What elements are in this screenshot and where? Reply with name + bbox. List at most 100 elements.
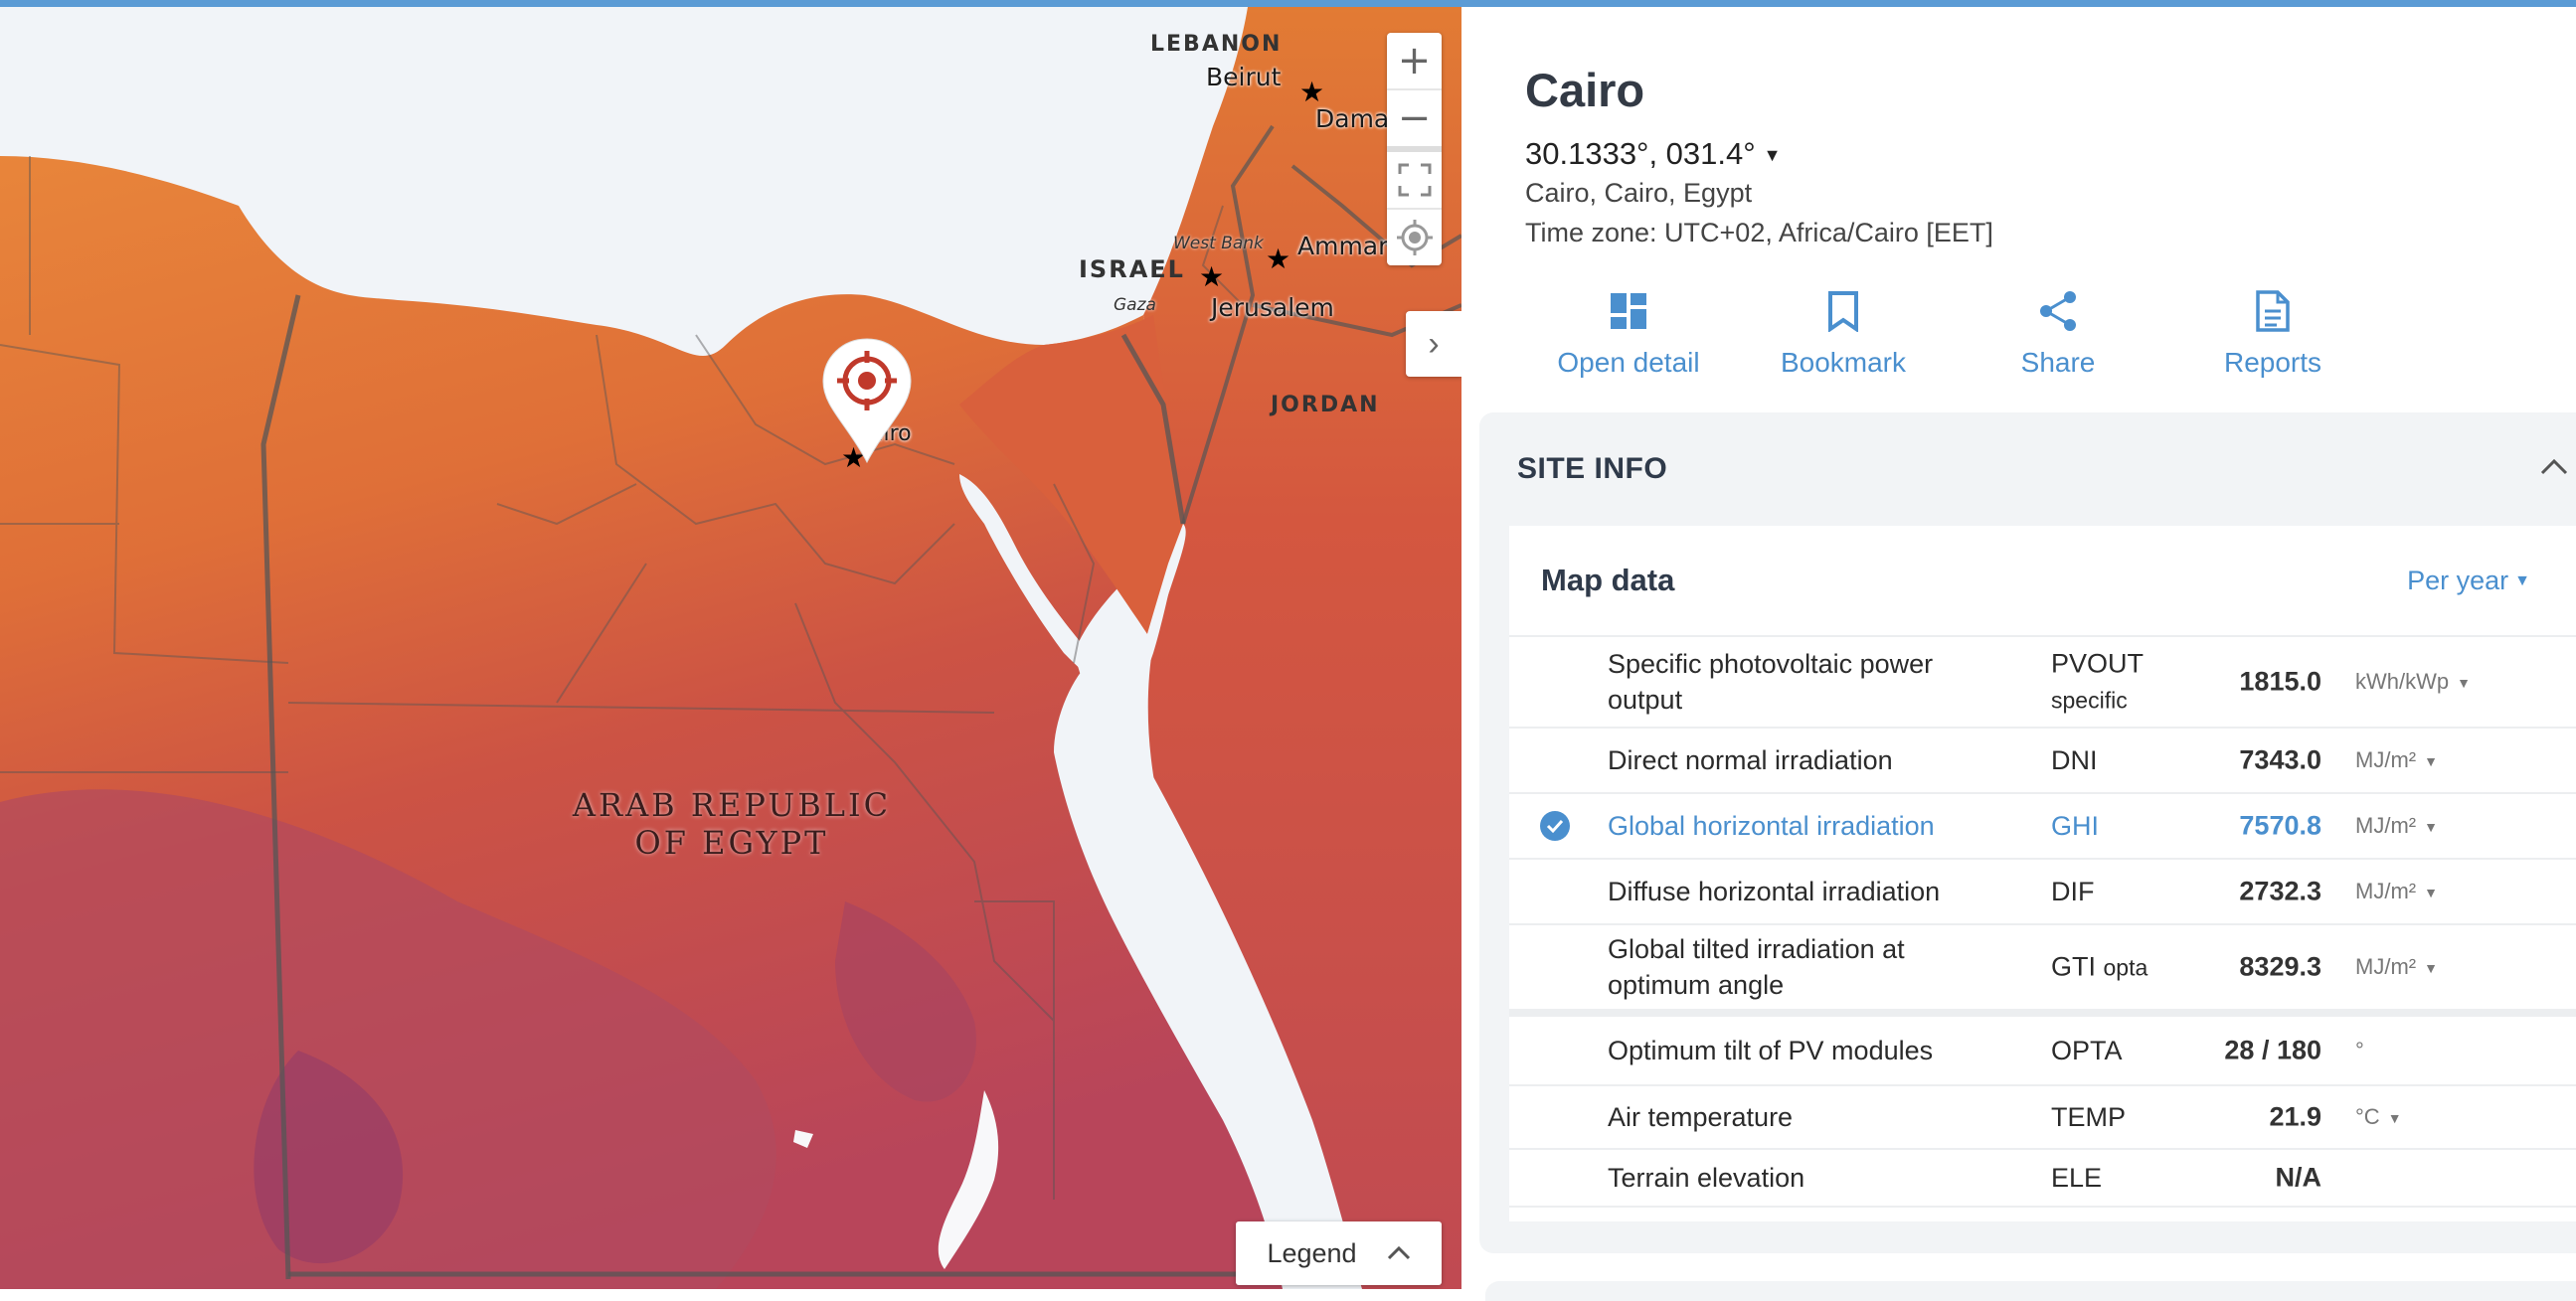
map-label-egypt-line1: ARAB REPUBLIC <box>572 786 892 824</box>
row-value: 2732.3 <box>2239 876 2321 906</box>
map-label-beirut: Beirut <box>1206 63 1282 91</box>
collapse-panel-button[interactable]: › <box>1406 311 1461 377</box>
map-view[interactable]: LEBANON Beirut Dama ISRAEL West Bank Gaz… <box>0 7 1461 1289</box>
caret-down-icon: ▼ <box>2424 885 2438 901</box>
row-code-sub: opta <box>2103 954 2148 981</box>
row-code-sub: specific <box>2051 687 2128 714</box>
coordinates-dropdown[interactable]: 30.1333°, 031.4° ▼ <box>1525 136 1781 172</box>
row-unit: kWh/kWp <box>2355 669 2450 694</box>
solar-irradiation-map[interactable] <box>0 7 1461 1289</box>
map-label-amman: Amman <box>1297 232 1394 260</box>
dashboard-icon <box>1611 293 1646 329</box>
locate-button[interactable] <box>1387 210 1442 265</box>
row-code: ELE <box>2051 1163 2103 1193</box>
row-value: N/A <box>2275 1162 2322 1193</box>
open-detail-label: Open detail <box>1557 347 1700 378</box>
row-name: Optimum tilt of PV modules <box>1608 1036 1934 1065</box>
share-button[interactable]: Share <box>1951 285 2165 379</box>
table-row[interactable]: Direct normal irradiation DNI 7343.0 MJ/m² ▼ <box>1509 729 2576 794</box>
check-circle-icon[interactable] <box>1539 810 1571 842</box>
table-row[interactable]: Optimum tilt of PV modules OPTA 28 / 180 ° <box>1509 1017 2576 1086</box>
share-icon <box>2040 291 2076 331</box>
table-row[interactable]: Global horizontal irradiation GHI 7570.8 MJ… <box>1509 794 2576 860</box>
row-name: Diffuse horizontal irradiation <box>1608 877 1941 906</box>
top-accent-bar <box>0 0 2576 7</box>
map-label-jordan: JORDAN <box>1271 393 1380 417</box>
fullscreen-icon <box>1398 163 1431 197</box>
page-title: Cairo <box>1525 64 1645 116</box>
row-value: 28 / 180 <box>2224 1035 2321 1065</box>
caret-down-icon: ▼ <box>2457 675 2471 692</box>
row-name: Terrain elevation <box>1608 1163 1805 1193</box>
bookmark-label: Bookmark <box>1780 347 1907 378</box>
legend-button[interactable]: Legend <box>1236 1221 1442 1285</box>
table-row[interactable]: Global tilted irradiation at optimum ang… <box>1509 925 2576 1017</box>
location-pin-icon[interactable] <box>817 337 917 466</box>
coordinates-value: 30.1333°, 031.4° <box>1525 136 1756 171</box>
row-unit: ° <box>2355 1038 2364 1062</box>
row-value: 1815.0 <box>2239 666 2321 697</box>
row-name: Global tilted irradiation at optimum ang… <box>1608 934 1905 1000</box>
row-value: 7343.0 <box>2239 744 2321 775</box>
reports-label: Reports <box>2223 347 2322 378</box>
row-code: GTI opta <box>2051 949 2147 986</box>
document-icon <box>2256 290 2290 332</box>
row-code: TEMP <box>2051 1102 2127 1132</box>
unit-select[interactable]: MJ/m² ▼ <box>2355 813 2438 839</box>
capital-star-icon: ★ <box>1199 261 1225 292</box>
row-code-main: GTI <box>2051 951 2096 982</box>
map-label-egypt: ARAB REPUBLIC OF EGYPT <box>563 786 901 862</box>
row-name: Specific photovoltaic power output <box>1608 649 1934 715</box>
chevron-up-icon <box>1387 1246 1410 1260</box>
row-code-main: PVOUT <box>2051 648 2145 679</box>
unit-select[interactable]: MJ/m² ▼ <box>2355 879 2438 904</box>
row-value: 21.9 <box>2269 1101 2321 1132</box>
row-code: GHI <box>2051 811 2100 841</box>
site-panel: Cairo 30.1333°, 031.4° ▼ Cairo, Cairo, Eg… <box>1461 7 2576 1301</box>
fullscreen-button[interactable] <box>1387 152 1442 208</box>
table-row[interactable]: Terrain elevation ELE N/A <box>1509 1150 2576 1208</box>
unit-select[interactable]: kWh/kWp ▼ <box>2355 669 2471 695</box>
unit-select[interactable]: MJ/m² ▼ <box>2355 954 2438 980</box>
reports-button[interactable]: Reports <box>2165 285 2380 379</box>
table-row[interactable]: Specific photovoltaic power output PVOUT s… <box>1509 637 2576 729</box>
caret-down-icon: ▼ <box>2424 819 2438 836</box>
caret-down-icon: ▼ <box>1763 145 1782 166</box>
row-unit: MJ/m² <box>2355 813 2417 838</box>
row-value: 7570.8 <box>2239 810 2321 841</box>
period-select-value: Per year <box>2407 565 2509 595</box>
chevron-up-icon <box>2540 458 2568 475</box>
map-data-table: Map data Per year ▼ Specific photovoltaic… <box>1509 526 2576 1221</box>
locate-icon <box>1396 220 1433 255</box>
legend-label: Legend <box>1267 1237 1357 1268</box>
zoom-out-button[interactable]: − <box>1387 90 1442 146</box>
row-code: PVOUT specific <box>2051 646 2144 719</box>
bookmark-icon <box>1828 291 1858 332</box>
row-code: DIF <box>2051 877 2095 906</box>
row-name: Air temperature <box>1608 1102 1794 1132</box>
zoom-in-button[interactable]: + <box>1387 33 1442 88</box>
site-timezone: Time zone: UTC+02, Africa/Cairo [EET] <box>1525 218 1993 247</box>
map-data-rows: Specific photovoltaic power output PVOUT s… <box>1509 637 2576 1208</box>
caret-down-icon: ▼ <box>2387 1110 2402 1127</box>
caret-down-icon: ▼ <box>2514 572 2530 590</box>
caret-down-icon: ▼ <box>2424 753 2438 770</box>
table-row[interactable]: Diffuse horizontal irradiation DIF 2732.3 M… <box>1509 860 2576 925</box>
unit-select[interactable]: °C ▼ <box>2355 1104 2402 1130</box>
period-select[interactable]: Per year ▼ <box>2407 566 2530 596</box>
map-label-damascus: Dama <box>1315 104 1390 133</box>
map-label-israel: ISRAEL <box>1079 255 1185 283</box>
row-code: DNI <box>2051 745 2098 775</box>
next-section-edge <box>1485 1281 2576 1301</box>
open-detail-button[interactable]: Open detail <box>1521 285 1736 379</box>
row-code: OPTA <box>2051 1036 2123 1065</box>
caret-down-icon: ▼ <box>2424 960 2438 977</box>
map-label-lebanon: LEBANON <box>1150 32 1283 57</box>
site-info-toggle[interactable] <box>2540 446 2568 483</box>
table-row[interactable]: Air temperature TEMP 21.9 °C ▼ <box>1509 1086 2576 1150</box>
unit-select[interactable]: MJ/m² ▼ <box>2355 747 2438 773</box>
map-label-egypt-line2: OF EGYPT <box>634 824 829 862</box>
chevron-right-icon: › <box>1428 324 1440 363</box>
row-unit: MJ/m² <box>2355 747 2417 772</box>
bookmark-button[interactable]: Bookmark <box>1736 285 1951 379</box>
